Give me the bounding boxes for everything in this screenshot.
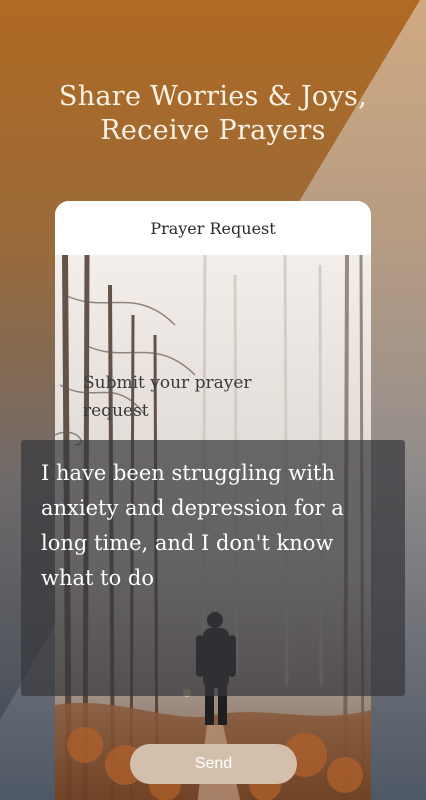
prayer-request-placeholder[interactable]: Submit your prayer request bbox=[83, 369, 303, 425]
headline: Share Worries & Joys, Receive Prayers bbox=[0, 80, 426, 148]
headline-line-1: Share Worries & Joys, bbox=[58, 81, 368, 112]
screen-title: Prayer Request bbox=[150, 218, 276, 238]
headline-line-2: Receive Prayers bbox=[100, 115, 326, 146]
app-store-screenshot: Share Worries & Joys, Receive Prayers Pr… bbox=[0, 0, 426, 800]
prayer-request-text-overlay[interactable]: I have been struggling with anxiety and … bbox=[21, 440, 405, 696]
screen-title-bar: Prayer Request bbox=[55, 201, 371, 255]
prayer-request-text: I have been struggling with anxiety and … bbox=[41, 461, 344, 590]
send-button[interactable]: Send bbox=[130, 744, 297, 784]
